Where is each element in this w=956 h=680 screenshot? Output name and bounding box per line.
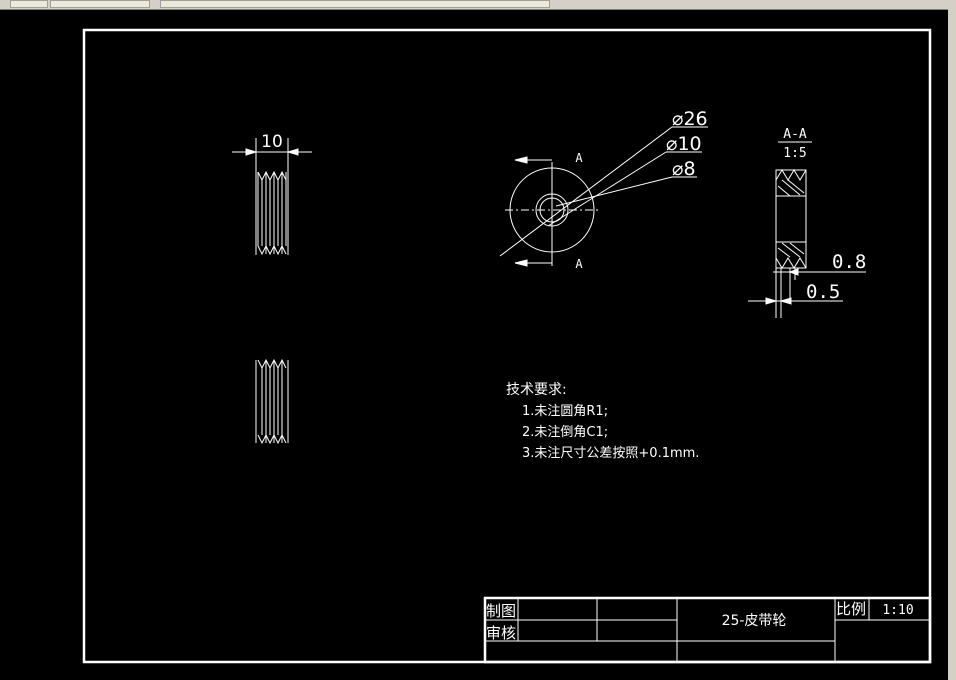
checked-by-label: 审核 — [486, 624, 516, 642]
toolbar-button[interactable] — [160, 0, 550, 8]
dim-dia-inner: ⌀8 — [672, 158, 696, 180]
dim-width: 10 — [261, 132, 283, 152]
section-title: A-A — [783, 127, 807, 142]
dim-groove: 0.8 — [832, 251, 866, 273]
front-view-lower — [255, 358, 289, 445]
toolbar — [0, 0, 956, 10]
scale-value: 1:10 — [882, 603, 913, 618]
drawing-canvas[interactable]: 10 A A ⌀26 ⌀10 ⌀8 A-A 1:5 0.8 0.5 技术要求: … — [0, 10, 948, 680]
note-item-1: 1.未注圆角R1; — [522, 404, 608, 419]
part-name: 25-皮带轮 — [722, 613, 787, 629]
dim-dia-outer: ⌀26 — [672, 108, 708, 130]
drawn-by-label: 制图 — [486, 602, 516, 620]
toolbar-button[interactable] — [10, 0, 48, 8]
toolbar-button[interactable] — [50, 0, 150, 8]
note-item-3: 3.未注尺寸公差按照+0.1mm. — [522, 446, 699, 461]
dim-dia-mid: ⌀10 — [666, 133, 702, 155]
note-item-2: 2.未注倒角C1; — [522, 425, 608, 440]
section-mark-top: A — [575, 151, 583, 165]
drawing-frame — [82, 28, 932, 664]
front-view — [232, 138, 312, 256]
section-mark-bottom: A — [575, 257, 583, 271]
notes-heading: 技术要求: — [506, 382, 567, 398]
scrollbar[interactable] — [948, 9, 956, 680]
section-scale: 1:5 — [783, 146, 806, 161]
dim-offset: 0.5 — [806, 281, 840, 303]
scale-label: 比例 — [836, 600, 866, 618]
